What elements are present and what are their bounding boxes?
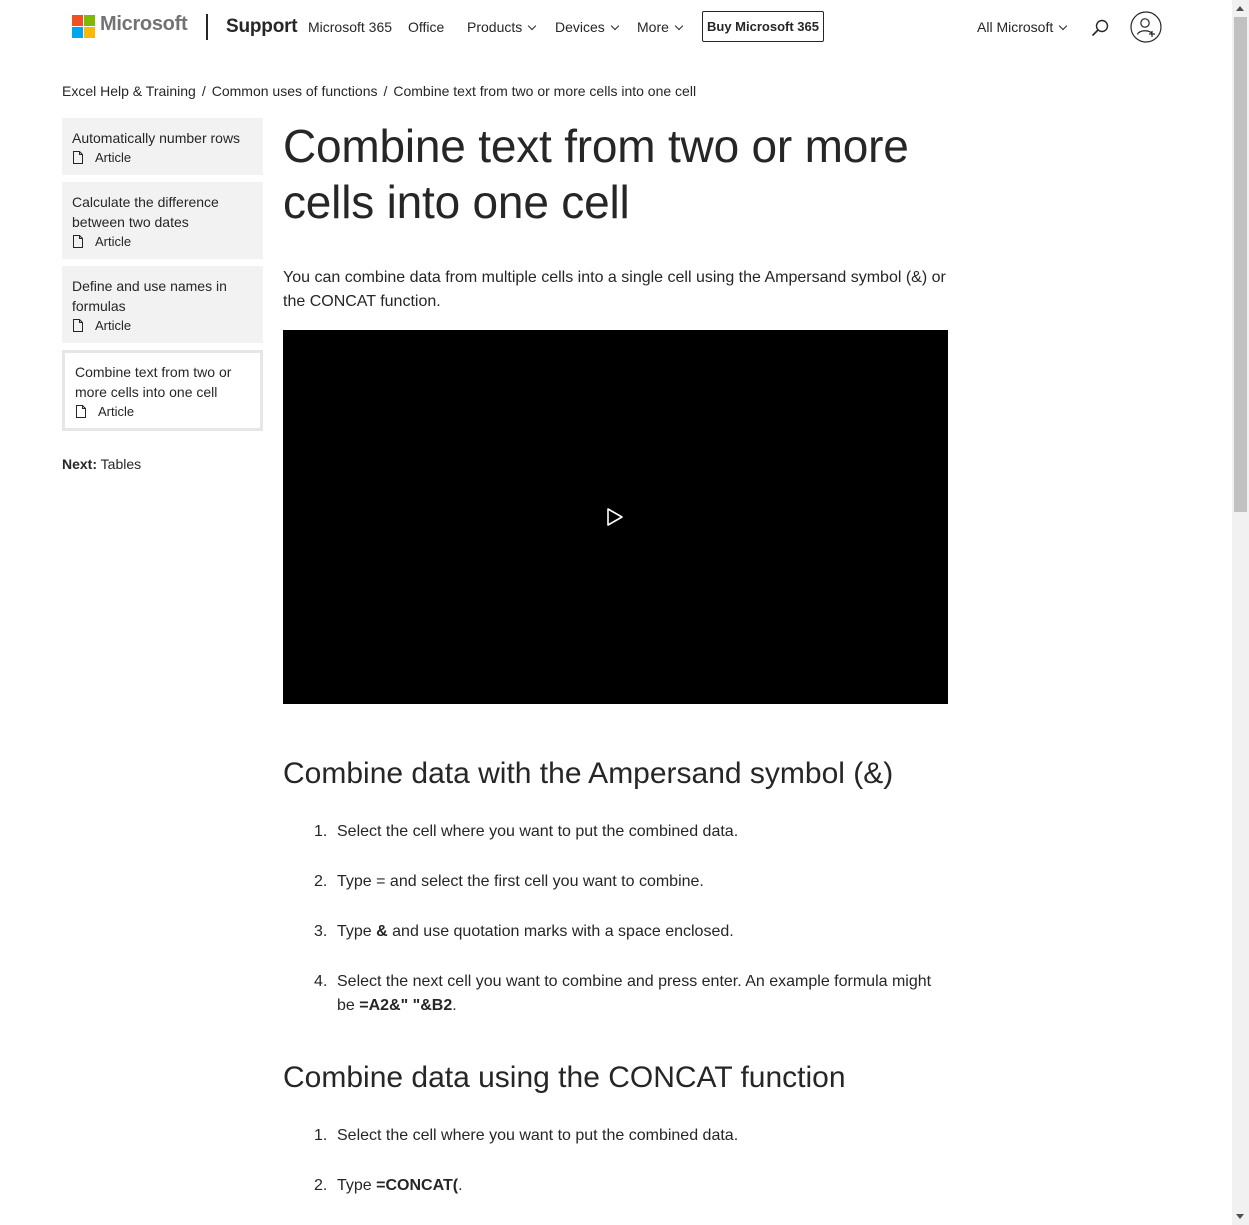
sidebar-item-meta: Article	[72, 317, 253, 334]
nav-office-label: Office	[408, 19, 445, 35]
page-title: Combine text from two or more cells into…	[283, 120, 909, 228]
chevron-down-icon	[1058, 21, 1068, 31]
step-number: 2.	[314, 873, 328, 890]
sidebar-item-title: Calculate the difference between two dat…	[72, 194, 219, 230]
next-label: Next:	[62, 456, 98, 472]
next-value: Tables	[100, 456, 142, 472]
step-text-post: .	[458, 1177, 463, 1194]
brand-divider	[206, 14, 208, 40]
sidebar-item-title: Combine text from two or more cells into…	[75, 364, 232, 400]
step-number: 1.	[314, 823, 328, 840]
concat-steps-list: 1. Select the cell where you want to put…	[283, 1124, 948, 1198]
step-text-post: .	[452, 997, 457, 1014]
sidebar-item-type: Article	[95, 234, 132, 249]
list-item: 1. Select the cell where you want to put…	[283, 820, 948, 844]
support-page: Microsoft Support Microsoft 365 Office P…	[0, 0, 1232, 1225]
chevron-down-icon	[674, 21, 684, 31]
article-content: Combine text from two or more cells into…	[283, 118, 948, 1224]
sidebar-item-title: Define and use names in formulas	[72, 278, 227, 314]
sidebar-item-automatically-number-rows[interactable]: Automatically number rows Article	[62, 118, 263, 175]
nav-products[interactable]: Products	[467, 19, 537, 35]
account-sign-in-icon[interactable]	[1130, 11, 1162, 43]
document-icon	[73, 151, 83, 164]
breadcrumb-separator: /	[383, 83, 388, 99]
chevron-down-icon	[610, 21, 620, 31]
video-player[interactable]	[283, 330, 948, 704]
microsoft-logo-icon[interactable]	[72, 15, 95, 38]
scroll-down-arrow-icon[interactable]	[1236, 1214, 1244, 1219]
breadcrumb-current-page: Combine text from two or more cells into…	[393, 83, 697, 99]
nav-more-label: More	[637, 19, 669, 35]
nav-devices[interactable]: Devices	[555, 19, 620, 35]
step-text-post: and use quotation marks with a space enc…	[387, 923, 734, 940]
document-icon	[76, 405, 86, 418]
breadcrumb-separator: /	[201, 83, 206, 99]
scroll-up-arrow-icon[interactable]	[1236, 6, 1244, 11]
list-item: 1. Select the cell where you want to put…	[283, 1124, 948, 1148]
nav-devices-label: Devices	[555, 19, 605, 35]
sidebar-item-calculate-difference[interactable]: Calculate the difference between two dat…	[62, 182, 263, 259]
step-number: 2.	[314, 1177, 328, 1194]
step-number: 3.	[314, 923, 328, 940]
nav-all-microsoft[interactable]: All Microsoft	[977, 19, 1068, 35]
list-item: 3. Type & and use quotation marks with a…	[283, 920, 948, 944]
step-text-bold: =A2&" "&B2	[359, 997, 453, 1014]
related-articles-sidebar: Automatically number rows Article Calcul…	[62, 118, 263, 472]
step-number: 4.	[314, 973, 328, 990]
nav-all-microsoft-label: All Microsoft	[977, 19, 1054, 35]
step-text: Type = and select the first cell you wan…	[337, 873, 704, 890]
article-intro: You can combine data from multiple cells…	[283, 269, 946, 310]
step-text-bold: &	[376, 923, 388, 940]
step-text-pre: Type	[337, 923, 377, 940]
logo-blue-square	[72, 27, 83, 38]
sidebar-item-meta: Article	[75, 403, 251, 420]
section-heading-ampersand: Combine data with the Ampersand symbol (…	[283, 757, 894, 790]
logo-green-square	[84, 15, 95, 26]
step-text: Select the cell where you want to put th…	[337, 823, 739, 840]
sidebar-item-title: Automatically number rows	[72, 130, 241, 146]
vertical-scrollbar[interactable]	[1232, 0, 1249, 1225]
list-item: 2. Type = and select the first cell you …	[283, 870, 948, 894]
top-navigation: Microsoft Support Microsoft 365 Office P…	[0, 0, 1232, 54]
nav-more[interactable]: More	[637, 19, 684, 35]
nav-microsoft-365[interactable]: Microsoft 365	[308, 19, 392, 35]
play-icon[interactable]	[606, 507, 624, 527]
brand-name[interactable]: Microsoft	[100, 13, 188, 36]
step-number: 1.	[314, 1127, 328, 1144]
sidebar-item-type: Article	[95, 318, 132, 333]
support-link[interactable]: Support	[226, 16, 298, 38]
breadcrumb: Excel Help & Training / Common uses of fun…	[62, 83, 696, 99]
logo-red-square	[72, 15, 83, 26]
scrollbar-thumb[interactable]	[1234, 17, 1247, 512]
sidebar-item-combine-text-active[interactable]: Combine text from two or more cells into…	[62, 350, 263, 431]
document-icon	[73, 235, 83, 248]
ampersand-steps-list: 1. Select the cell where you want to put…	[283, 820, 948, 1018]
step-text: Select the cell where you want to put th…	[337, 1127, 739, 1144]
breadcrumb-common-uses[interactable]: Common uses of functions	[212, 83, 378, 99]
list-item: 4. Select the next cell you want to comb…	[283, 970, 948, 1018]
step-text-bold: =CONCAT(	[376, 1177, 459, 1194]
buy-microsoft-365-button[interactable]: Buy Microsoft 365	[702, 11, 824, 42]
sidebar-item-meta: Article	[72, 149, 253, 166]
nav-products-label: Products	[467, 19, 523, 35]
breadcrumb-excel-help[interactable]: Excel Help & Training	[62, 83, 196, 99]
sidebar-item-define-names[interactable]: Define and use names in formulas Article	[62, 266, 263, 343]
logo-yellow-square	[84, 27, 95, 38]
nav-office[interactable]: Office	[408, 19, 444, 35]
next-article-link[interactable]: Next: Tables	[62, 456, 263, 472]
sidebar-item-type: Article	[98, 404, 135, 419]
step-text-pre: Type	[337, 1177, 377, 1194]
sidebar-item-type: Article	[95, 150, 132, 165]
section-heading-concat: Combine data using the CONCAT function	[283, 1061, 846, 1094]
list-item: 2. Type =CONCAT(.	[283, 1174, 948, 1198]
search-icon[interactable]	[1090, 18, 1110, 38]
document-icon	[73, 319, 83, 332]
sidebar-item-meta: Article	[72, 233, 253, 250]
chevron-down-icon	[528, 21, 537, 31]
nav-microsoft-365-label: Microsoft 365	[308, 19, 393, 35]
